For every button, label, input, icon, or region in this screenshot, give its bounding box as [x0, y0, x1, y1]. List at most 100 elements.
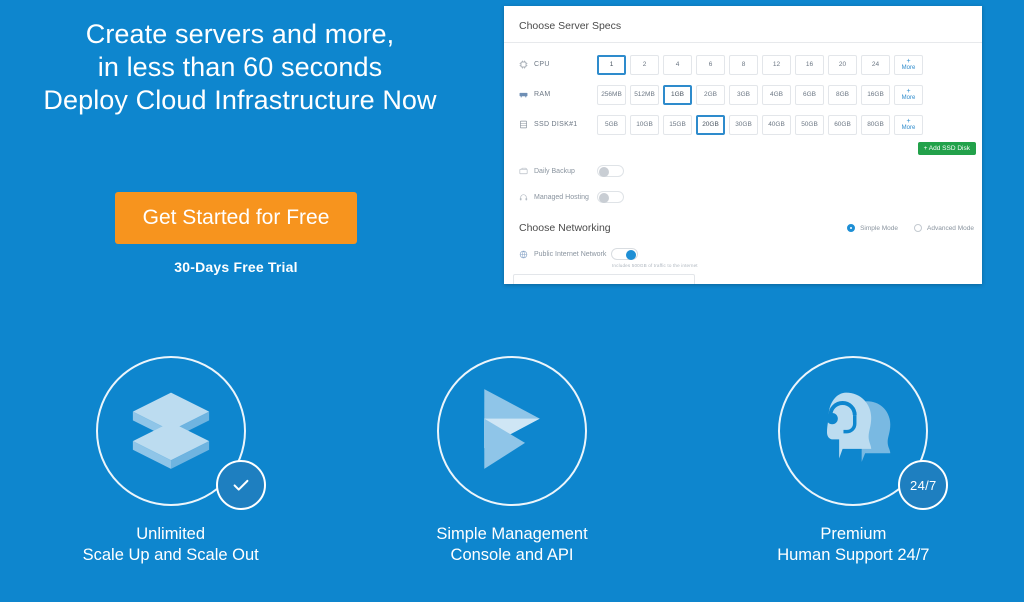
- play-arrow-icon: [460, 377, 564, 486]
- ram-more-button[interactable]: + More: [894, 84, 923, 105]
- server-config-panel: Choose Server Specs CPU 1 2 4 6 8 12 16 …: [504, 6, 982, 284]
- feature-caption: Premium Human Support 24/7: [777, 524, 929, 566]
- feature-title: Premium: [820, 525, 887, 543]
- toggle-row-public-network: Public Internet Network: [504, 246, 982, 262]
- page-title: Create servers and more, in less than 60…: [0, 18, 480, 117]
- spec-row-ssd-disk: SSD DISK#1 5GB 10GB 15GB 20GB 30GB 40GB …: [504, 111, 982, 138]
- ram-option[interactable]: 6GB: [795, 84, 824, 105]
- free-trial-note: 30-Days Free Trial: [174, 259, 298, 275]
- spec-row-ram: RAM 256MB 512MB 1GB 2GB 3GB 4GB 6GB 8GB …: [504, 81, 982, 108]
- spec-row-cpu: CPU 1 2 4 6 8 12 16 20 24 + More: [504, 51, 982, 78]
- ram-option[interactable]: 512MB: [630, 84, 659, 105]
- feature-caption: Simple Management Console and API: [436, 524, 587, 566]
- cpu-option[interactable]: 2: [630, 54, 659, 75]
- backup-icon: [519, 167, 528, 176]
- ssd-more-button[interactable]: + More: [894, 114, 923, 135]
- partial-bottom-field: [513, 274, 695, 284]
- ssd-option[interactable]: 10GB: [630, 114, 659, 135]
- feature-subtitle: Console and API: [450, 546, 574, 564]
- public-network-toggle[interactable]: [611, 248, 638, 260]
- get-started-button[interactable]: Get Started for Free: [114, 192, 358, 244]
- feature-unlimited: Unlimited Scale Up and Scale Out: [0, 356, 341, 586]
- feature-ring: [95, 356, 266, 510]
- ssd-option[interactable]: 20GB: [696, 114, 725, 135]
- ram-option[interactable]: 3GB: [729, 84, 758, 105]
- network-icon: [519, 250, 528, 259]
- cpu-options: 1 2 4 6 8 12 16 20 24 + More: [597, 54, 923, 75]
- cpu-option[interactable]: 1: [597, 54, 626, 75]
- ssd-option[interactable]: 50GB: [795, 114, 824, 135]
- ssd-option[interactable]: 60GB: [828, 114, 857, 135]
- public-network-text: Public Internet Network: [534, 250, 607, 258]
- panel-title: Choose Server Specs: [504, 6, 982, 43]
- spec-label-ram: RAM: [519, 90, 597, 99]
- ssd-options: 5GB 10GB 15GB 20GB 30GB 40GB 50GB 60GB 8…: [597, 114, 923, 135]
- ram-option[interactable]: 2GB: [696, 84, 725, 105]
- cpu-option[interactable]: 16: [795, 54, 824, 75]
- managed-hosting-toggle[interactable]: [597, 191, 624, 203]
- advanced-mode-label: Advanced Mode: [927, 224, 974, 232]
- radio-advanced-mode[interactable]: Advanced Mode: [914, 224, 974, 232]
- spec-label-text-ssd: SSD DISK#1: [534, 121, 578, 128]
- ssd-option[interactable]: 5GB: [597, 114, 626, 135]
- cta-container: Get Started for Free: [0, 192, 472, 244]
- hero-section: Create servers and more, in less than 60…: [0, 0, 500, 300]
- ram-options: 256MB 512MB 1GB 2GB 3GB 4GB 6GB 8GB 16GB…: [597, 84, 923, 105]
- headset-icon: [519, 193, 528, 202]
- feature-support: 24/7 Premium Human Support 24/7: [683, 356, 1024, 586]
- feature-subtitle: Scale Up and Scale Out: [82, 546, 259, 564]
- cpu-option[interactable]: 6: [696, 54, 725, 75]
- feature-title: Unlimited: [136, 525, 206, 543]
- networking-section-header: Choose Networking Simple Mode Advanced M…: [504, 208, 982, 242]
- check-badge: [215, 460, 266, 510]
- add-ssd-disk-button[interactable]: + Add SSD Disk: [917, 142, 976, 155]
- headline-line-3: Deploy Cloud Infrastructure Now: [43, 85, 437, 115]
- ssd-option[interactable]: 30GB: [729, 114, 758, 135]
- cpu-icon: [519, 60, 528, 69]
- toggle-row-managed-hosting: Managed Hosting: [504, 186, 982, 208]
- more-label: More: [901, 94, 916, 101]
- headline-line-2: in less than 60 seconds: [97, 52, 383, 82]
- cpu-option[interactable]: 24: [861, 54, 890, 75]
- headline-line-1: Create servers and more,: [85, 19, 395, 49]
- support-badge: 24/7: [898, 460, 949, 510]
- disk-icon: [519, 120, 528, 129]
- cpu-option[interactable]: 20: [828, 54, 857, 75]
- toggle-knob: [599, 193, 609, 203]
- ram-option[interactable]: 8GB: [828, 84, 857, 105]
- daily-backup-toggle[interactable]: [597, 165, 624, 177]
- feature-ring: 24/7: [778, 356, 949, 510]
- check-icon: [233, 479, 249, 491]
- feature-management: Simple Management Console and API: [341, 356, 682, 586]
- feature-subtitle: Human Support 24/7: [777, 546, 930, 564]
- more-label: More: [901, 64, 916, 71]
- simple-mode-label: Simple Mode: [860, 224, 899, 232]
- networking-title: Choose Networking: [519, 222, 611, 234]
- ssd-option[interactable]: 15GB: [663, 114, 692, 135]
- spec-label-text-ram: RAM: [534, 91, 551, 98]
- managed-hosting-label: Managed Hosting: [519, 193, 597, 202]
- cpu-option[interactable]: 12: [762, 54, 791, 75]
- toggle-knob: [599, 167, 609, 177]
- spec-label-ssd-disk: SSD DISK#1: [519, 120, 597, 129]
- spec-label-cpu: CPU: [519, 60, 597, 69]
- ram-option[interactable]: 1GB: [663, 84, 692, 105]
- ssd-option[interactable]: 40GB: [762, 114, 791, 135]
- cpu-option[interactable]: 8: [729, 54, 758, 75]
- support-heads-icon: [801, 377, 905, 486]
- cpu-option[interactable]: 4: [663, 54, 692, 75]
- feature-caption: Unlimited Scale Up and Scale Out: [83, 524, 259, 566]
- managed-hosting-text: Managed Hosting: [534, 193, 589, 201]
- ram-option[interactable]: 4GB: [762, 84, 791, 105]
- more-label: More: [901, 124, 916, 131]
- ram-option[interactable]: 16GB: [861, 84, 890, 105]
- ram-option[interactable]: 256MB: [597, 84, 626, 105]
- radio-indicator: [847, 224, 856, 232]
- ssd-option[interactable]: 80GB: [861, 114, 890, 135]
- public-network-label: Public Internet Network: [519, 250, 611, 259]
- daily-backup-text: Daily Backup: [534, 167, 575, 175]
- stacked-layers-icon: [119, 377, 223, 486]
- cpu-more-button[interactable]: + More: [894, 54, 923, 75]
- radio-simple-mode[interactable]: Simple Mode: [847, 224, 898, 232]
- spec-label-text-cpu: CPU: [534, 61, 550, 68]
